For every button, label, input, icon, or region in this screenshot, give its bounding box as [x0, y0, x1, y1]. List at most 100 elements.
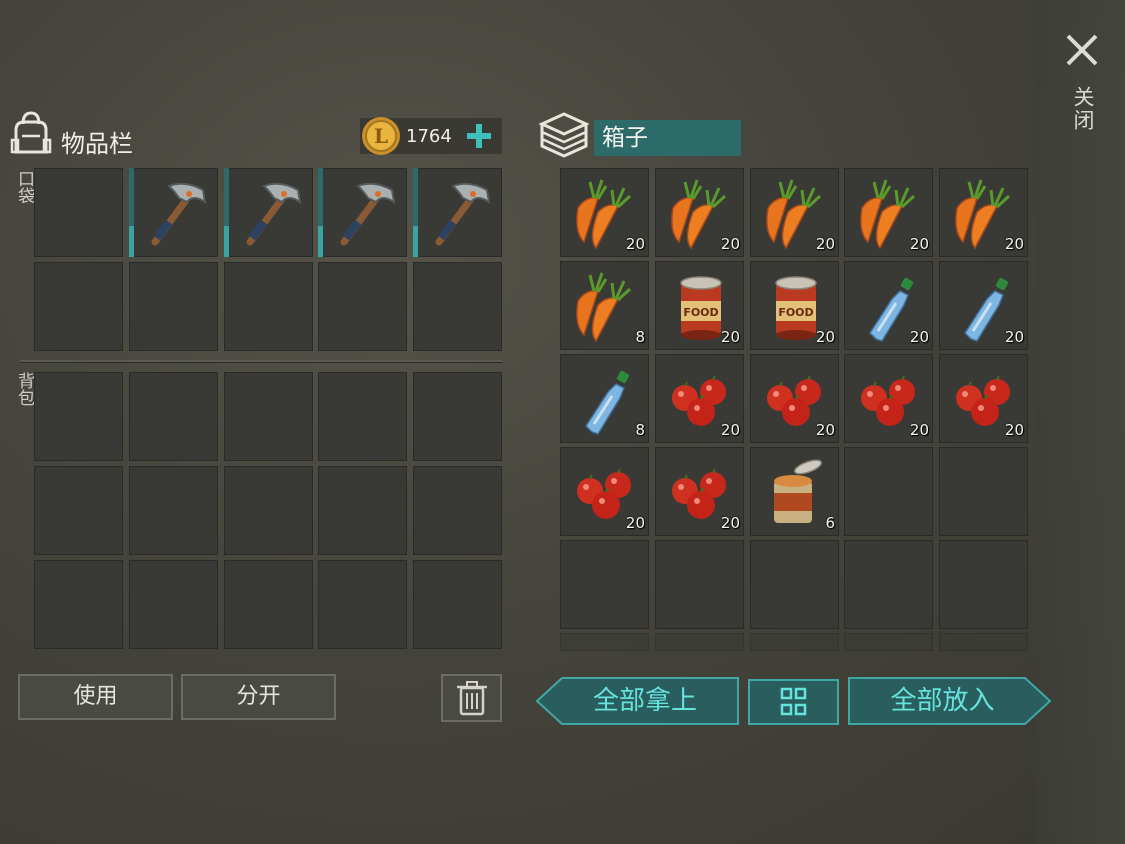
item-quantity: 20: [720, 328, 740, 346]
item-quantity: 20: [909, 421, 929, 439]
inventory-slot[interactable]: [34, 466, 123, 555]
opened-can-icon: [773, 456, 824, 524]
grid-sort-icon: [780, 687, 807, 716]
put-all-button[interactable]: 全部放入: [847, 676, 1052, 726]
item-quantity: 20: [1004, 328, 1024, 346]
storage-box-icon: [538, 112, 590, 158]
inventory-slot[interactable]: [413, 168, 502, 257]
inventory-slot[interactable]: [413, 262, 502, 351]
put-all-label: 全部放入: [890, 686, 995, 716]
close-label[interactable]: 关闭: [1066, 86, 1098, 132]
inventory-slot[interactable]: 20: [655, 168, 744, 257]
item-quantity: 20: [720, 235, 740, 253]
coin-panel: L 1764: [360, 117, 502, 155]
inventory-slot[interactable]: 20: [560, 168, 649, 257]
inventory-slot[interactable]: [844, 447, 933, 536]
pickaxe-icon: [133, 172, 213, 252]
inventory-slot[interactable]: [224, 560, 313, 649]
inventory-slot[interactable]: [129, 168, 218, 257]
inventory-slot[interactable]: [34, 560, 123, 649]
inventory-slot[interactable]: [318, 372, 407, 461]
inventory-slot[interactable]: [413, 372, 502, 461]
pickaxe-icon: [322, 172, 402, 252]
inventory-slot[interactable]: 6: [750, 447, 839, 536]
coin-value: 1764: [406, 126, 452, 147]
item-quantity: 20: [815, 421, 835, 439]
inventory-slot[interactable]: [939, 540, 1028, 629]
item-quantity: 8: [635, 328, 645, 346]
inventory-slot[interactable]: [34, 372, 123, 461]
inventory-slot[interactable]: [318, 262, 407, 351]
inventory-slot[interactable]: [413, 466, 502, 555]
inventory-slot[interactable]: [129, 560, 218, 649]
trash-icon: [457, 681, 487, 716]
backpack-icon: [10, 111, 52, 154]
add-coins-icon[interactable]: [464, 121, 494, 151]
water-bottle-icon: [584, 368, 632, 436]
item-quantity: 20: [1004, 235, 1024, 253]
inventory-slot[interactable]: [844, 633, 933, 651]
sort-button[interactable]: [748, 679, 839, 725]
pickaxe-icon: [228, 172, 308, 252]
inventory-slot[interactable]: [224, 262, 313, 351]
inventory-slot[interactable]: [560, 540, 649, 629]
inventory-slot[interactable]: [750, 540, 839, 629]
svg-text:L: L: [374, 124, 388, 148]
item-quantity: 20: [720, 421, 740, 439]
inventory-slot[interactable]: [318, 168, 407, 257]
pickaxe-icon: [417, 172, 497, 252]
inventory-slot[interactable]: [655, 540, 744, 629]
inventory-slot[interactable]: [318, 560, 407, 649]
inventory-slot[interactable]: 20: [939, 168, 1028, 257]
inventory-slot[interactable]: [34, 168, 123, 257]
inventory-slot[interactable]: 20: [844, 168, 933, 257]
close-icon[interactable]: [1062, 30, 1102, 70]
item-quantity: 20: [815, 235, 835, 253]
inventory-slot[interactable]: [318, 466, 407, 555]
discard-button[interactable]: [441, 674, 502, 722]
inventory-slot[interactable]: [413, 560, 502, 649]
use-button[interactable]: 使用: [18, 674, 173, 720]
coin-icon: L: [362, 117, 400, 155]
inventory-slot[interactable]: 20: [655, 447, 744, 536]
inventory-slot[interactable]: [34, 262, 123, 351]
inventory-slot[interactable]: 20: [939, 261, 1028, 350]
take-all-button[interactable]: 全部拿上: [536, 676, 740, 726]
inventory-slot[interactable]: [129, 466, 218, 555]
inventory-slot[interactable]: 20: [750, 261, 839, 350]
box-title: 箱子: [594, 120, 741, 156]
item-quantity: 20: [1004, 421, 1024, 439]
item-quantity: 20: [720, 514, 740, 532]
item-quantity: 20: [815, 328, 835, 346]
inventory-slot[interactable]: 20: [844, 354, 933, 443]
inventory-slot[interactable]: [129, 262, 218, 351]
inventory-slot[interactable]: [224, 168, 313, 257]
item-quantity: 8: [635, 421, 645, 439]
inventory-slot[interactable]: [224, 466, 313, 555]
inventory-slot[interactable]: [655, 633, 744, 651]
carrot-icon: [575, 271, 632, 343]
inventory-slot[interactable]: 20: [939, 354, 1028, 443]
inventory-slot[interactable]: [939, 633, 1028, 651]
section-divider: [20, 360, 502, 363]
inventory-slot[interactable]: [939, 447, 1028, 536]
inventory-slot[interactable]: 8: [560, 354, 649, 443]
inventory-slot[interactable]: 20: [560, 447, 649, 536]
inventory-slot[interactable]: [750, 633, 839, 651]
inventory-slot[interactable]: [224, 372, 313, 461]
inventory-slot[interactable]: 20: [655, 261, 744, 350]
inventory-slot[interactable]: 8: [560, 261, 649, 350]
inventory-slot[interactable]: 20: [750, 168, 839, 257]
item-quantity: 20: [909, 328, 929, 346]
inventory-slot[interactable]: 20: [750, 354, 839, 443]
item-quantity: 20: [625, 514, 645, 532]
inventory-slot[interactable]: 20: [844, 261, 933, 350]
take-all-label: 全部拿上: [592, 686, 697, 716]
split-button[interactable]: 分开: [181, 674, 336, 720]
item-quantity: 20: [625, 235, 645, 253]
inventory-title: 物品栏: [61, 130, 133, 158]
inventory-slot[interactable]: 20: [655, 354, 744, 443]
inventory-slot[interactable]: [560, 633, 649, 651]
inventory-slot[interactable]: [844, 540, 933, 629]
inventory-slot[interactable]: [129, 372, 218, 461]
